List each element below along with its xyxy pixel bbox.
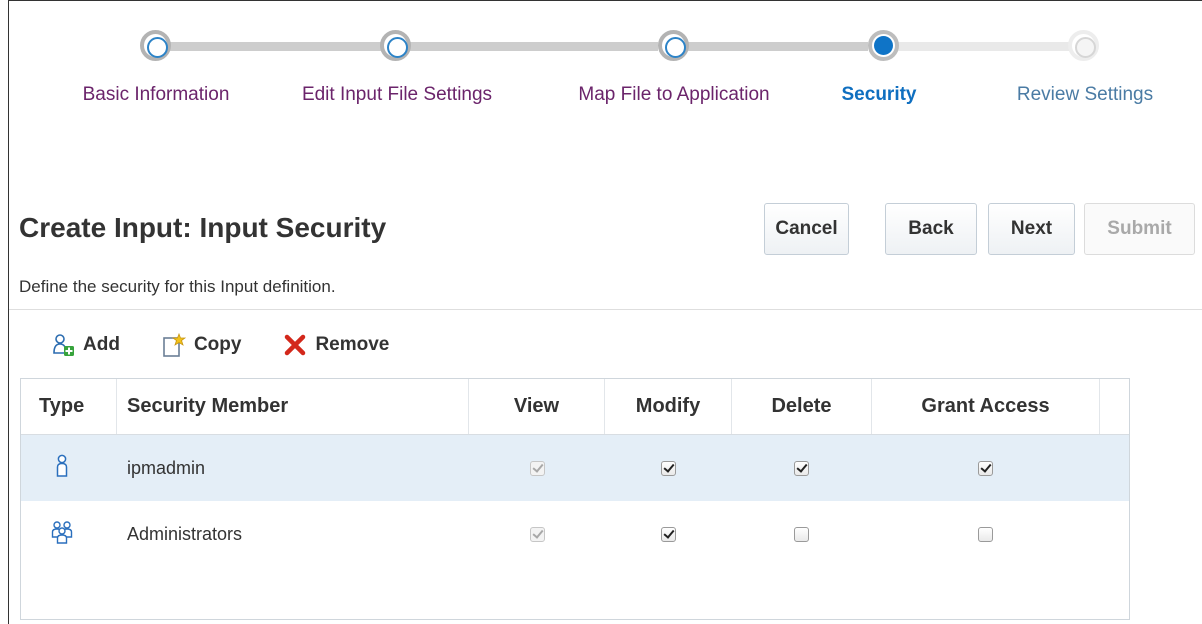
grant-access-checkbox[interactable] — [978, 460, 993, 476]
delete-checkbox[interactable] — [794, 460, 809, 476]
delete-checkbox[interactable] — [794, 526, 809, 542]
page-description: Define the security for this Input defin… — [19, 277, 336, 296]
view-checkbox — [530, 526, 545, 542]
type-cell — [51, 501, 73, 567]
wizard-train: Basic Information Edit Input File Settin… — [0, 0, 1202, 130]
grant-access-cell — [978, 501, 993, 567]
grant-access-checkbox[interactable] — [978, 526, 993, 542]
view-cell — [530, 435, 545, 501]
column-header-grant-access[interactable]: Grant Access — [872, 379, 1100, 434]
add-button[interactable]: Add — [51, 333, 120, 357]
security-toolbar: Add Copy Remove — [51, 330, 431, 360]
modify-checkbox[interactable] — [661, 460, 676, 476]
submit-button: Submit — [1084, 203, 1195, 255]
copy-label: Copy — [193, 334, 242, 355]
add-user-icon — [51, 333, 75, 357]
train-step-review-settings: Review Settings — [1016, 84, 1154, 105]
security-table: Type Security Member View Modify Delete … — [20, 378, 1130, 620]
table-header: Type Security Member View Modify Delete … — [21, 379, 1129, 435]
train-track-2 — [408, 42, 658, 51]
column-header-security-member[interactable]: Security Member — [117, 379, 469, 434]
train-step-edit-input-file-settings[interactable]: Edit Input File Settings — [302, 84, 492, 106]
remove-icon — [283, 333, 307, 357]
train-track-4 — [898, 42, 1070, 51]
delete-cell — [794, 435, 809, 501]
next-button[interactable]: Next — [988, 203, 1075, 255]
group-icon — [51, 520, 73, 549]
column-header-modify[interactable]: Modify — [605, 379, 732, 434]
header-divider — [9, 309, 1202, 310]
copy-icon — [162, 333, 186, 357]
table-row[interactable]: ipmadmin — [21, 435, 1129, 501]
train-stop-edit-input-file-settings[interactable] — [380, 30, 411, 61]
modify-cell — [661, 435, 676, 501]
cancel-button[interactable]: Cancel — [764, 203, 849, 255]
add-label: Add — [83, 334, 120, 355]
security-member-cell: ipmadmin — [127, 435, 205, 501]
column-header-type[interactable]: Type — [21, 379, 117, 434]
train-stop-map-file-to-application[interactable] — [658, 30, 689, 61]
security-member-cell: Administrators — [127, 501, 242, 567]
security-member-name: ipmadmin — [127, 457, 206, 478]
train-stop-basic-information[interactable] — [140, 30, 171, 61]
column-header-view[interactable]: View — [469, 379, 605, 434]
modify-cell — [661, 501, 676, 567]
security-member-name: Administrators — [127, 523, 243, 544]
remove-label: Remove — [315, 334, 390, 355]
train-step-basic-information[interactable]: Basic Information — [83, 84, 230, 106]
train-track-3 — [688, 42, 868, 51]
table-row[interactable]: Administrators — [21, 501, 1129, 567]
type-cell — [55, 435, 69, 501]
train-track-1 — [163, 42, 393, 51]
grant-access-cell — [978, 435, 993, 501]
column-header-delete[interactable]: Delete — [732, 379, 872, 434]
train-stop-security — [868, 30, 899, 61]
train-stop-review-settings — [1068, 30, 1099, 61]
page-title: Create Input: Input Security — [19, 212, 387, 243]
delete-cell — [794, 501, 809, 567]
view-checkbox — [530, 460, 545, 476]
user-icon — [55, 454, 69, 483]
back-button[interactable]: Back — [885, 203, 977, 255]
copy-button[interactable]: Copy — [162, 333, 242, 357]
train-step-map-file-to-application[interactable]: Map File to Application — [578, 84, 769, 106]
train-step-security: Security — [841, 84, 917, 105]
view-cell — [530, 501, 545, 567]
remove-button[interactable]: Remove — [283, 333, 389, 357]
modify-checkbox[interactable] — [661, 526, 676, 542]
